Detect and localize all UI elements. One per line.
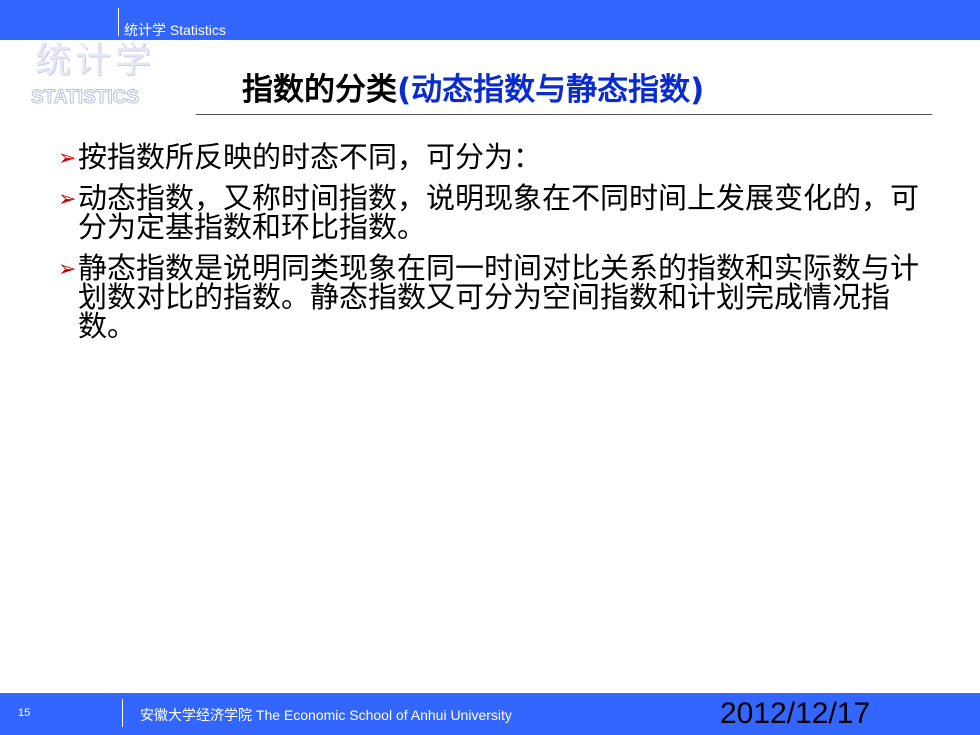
footer-bar: 15 安徽大学经济学院 The Economic School of Anhui…	[0, 693, 980, 735]
list-item: ➢ 动态指数，又称时间指数，说明现象在不同时间上发展变化的，可分为定基指数和环比…	[58, 184, 938, 242]
slide-title: 指数的分类(动态指数与静态指数)	[242, 70, 704, 110]
list-item: ➢ 静态指数是说明同类现象在同一时间对比关系的指数和实际数与计划数对比的指数。静…	[58, 254, 938, 341]
header-bar: 统计学 Statistics	[0, 0, 980, 40]
title-underline	[196, 114, 932, 115]
bullet-text: 静态指数是说明同类现象在同一时间对比关系的指数和实际数与计划数对比的指数。静态指…	[78, 251, 920, 343]
slide-title-sub: (动态指数与静态指数)	[397, 72, 705, 108]
footer-divider	[122, 699, 123, 727]
school-name: 安徽大学经济学院 The Economic School of Anhui Un…	[140, 707, 512, 723]
bullet-text: 按指数所反映的时态不同，可分为：	[78, 140, 543, 174]
logo-chinese: 统计学	[35, 40, 156, 81]
bullet-text: 动态指数，又称时间指数，说明现象在不同时间上发展变化的，可分为定基指数和环比指数…	[78, 181, 920, 244]
slide-title-main: 指数的分类	[242, 72, 397, 108]
slide-date: 2012/12/17	[720, 697, 871, 730]
arrow-bullet-icon: ➢	[58, 187, 77, 212]
header-divider	[118, 8, 119, 36]
list-item: ➢ 按指数所反映的时态不同，可分为：	[58, 143, 938, 172]
header-label: 统计学 Statistics	[124, 22, 226, 38]
logo-english: STATISTICS	[30, 87, 140, 109]
arrow-bullet-icon: ➢	[58, 146, 77, 171]
bullet-list: ➢ 按指数所反映的时态不同，可分为： ➢ 动态指数，又称时间指数，说明现象在不同…	[58, 143, 938, 353]
arrow-bullet-icon: ➢	[58, 257, 77, 282]
page-number: 15	[18, 707, 31, 719]
